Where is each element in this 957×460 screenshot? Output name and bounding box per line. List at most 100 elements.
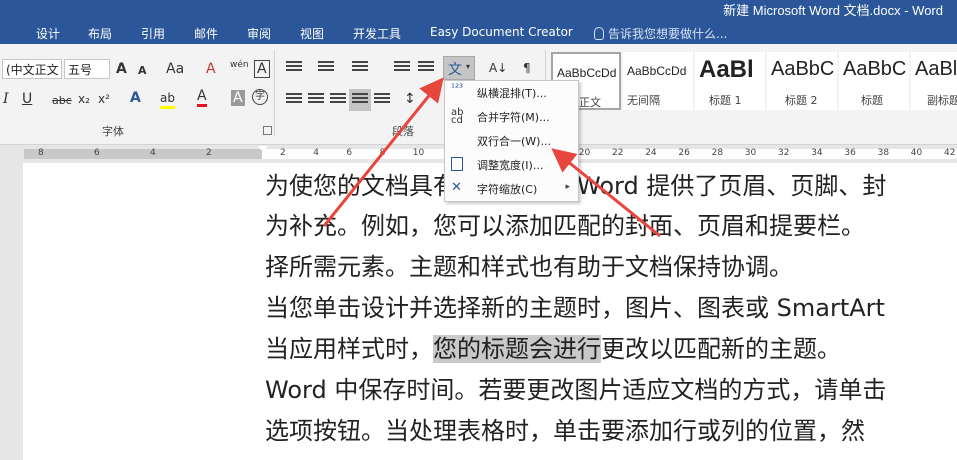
show-hide-marks-icon[interactable]: ¶: [523, 60, 531, 76]
character-border-icon[interactable]: A: [254, 60, 270, 78]
tab-mailings[interactable]: 邮件: [194, 25, 218, 42]
asian-layout-button[interactable]: 文 ▾: [443, 56, 475, 80]
style-sample: AaBl: [699, 56, 754, 83]
font-color-icon[interactable]: A: [197, 88, 207, 107]
tab-references[interactable]: 引用: [141, 25, 165, 42]
ruler-number: 2: [206, 148, 212, 158]
document-line: 择所需元素。主题和样式也有助于文档保持协调。: [265, 253, 793, 281]
chevron-down-icon: ▾: [466, 62, 471, 71]
document-line: 当应用样式时，您的标题会进行更改以匹配新的主题。: [265, 329, 841, 364]
underline-icon[interactable]: U: [22, 91, 32, 107]
superscript-icon[interactable]: x²: [98, 91, 110, 107]
style-subtitle[interactable]: AaBl 副标题: [911, 52, 957, 110]
ruler-number: 32: [778, 148, 790, 158]
ruler-number: 26: [678, 148, 690, 158]
document-line: 为补充。例如，您可以添加匹配的封面、页眉和提要栏。: [265, 212, 865, 240]
document-line: 选项按钮。当处理表格时，单击要添加行或列的位置，然: [265, 417, 865, 445]
multilevel-list-icon[interactable]: [352, 61, 368, 75]
increase-indent-icon[interactable]: [418, 61, 434, 75]
distributed-icon[interactable]: [374, 93, 390, 107]
ruler-number: 38: [877, 148, 890, 158]
style-no-spacing[interactable]: AaBbCcDd 无间隔: [623, 52, 693, 110]
ruler-number: 24: [645, 148, 657, 158]
ruler-number: 20: [578, 148, 591, 158]
tab-design[interactable]: 设计: [36, 25, 60, 42]
highlight-color-icon[interactable]: ab: [160, 90, 175, 109]
selected-text[interactable]: 您的标题会进行: [433, 335, 601, 363]
window-title: 新建 Microsoft Word 文档.docx - Word: [723, 3, 943, 18]
ruler-number: 6: [346, 148, 353, 158]
character-shading-icon[interactable]: A: [231, 90, 245, 106]
ruler-number: 4: [150, 148, 156, 158]
tab-developer[interactable]: 开发工具: [353, 25, 401, 42]
style-sample: AaBbC: [843, 58, 907, 80]
ruler-number: 10: [412, 148, 425, 158]
submenu-arrow-icon: ▸: [565, 182, 570, 192]
style-sample: AaBbCcDd: [557, 66, 617, 80]
tell-me-placeholder: 告诉我您想要做什么...: [608, 27, 728, 41]
subscript-icon[interactable]: x₂: [78, 91, 90, 107]
numbering-icon[interactable]: [318, 61, 334, 75]
font-group-label: 字体: [102, 125, 124, 138]
style-name: 标题 2: [785, 94, 818, 107]
menu-item-label: 双行合一(W)...: [477, 135, 551, 148]
ruler-number: 22: [612, 148, 624, 158]
document-line: Word 中保存时间。若要更改图片适应文档的方式，请单击: [265, 376, 887, 404]
style-heading-1[interactable]: AaBl 标题 1: [695, 52, 765, 110]
style-sample: AaBl: [915, 58, 957, 80]
tell-me-search[interactable]: 告诉我您想要做什么...: [594, 25, 727, 42]
sort-icon[interactable]: A↓: [489, 60, 507, 76]
style-sample: AaBbC: [771, 58, 835, 80]
align-center-icon[interactable]: [308, 93, 324, 107]
text-effects-icon[interactable]: A: [130, 90, 141, 106]
tab-view[interactable]: 视图: [300, 25, 324, 42]
document-line: 当您单击设计并选择新的主题时，图片、图表或 SmartArt: [265, 294, 885, 322]
tab-review[interactable]: 审阅: [247, 25, 271, 42]
ruler-number: 40: [910, 148, 923, 158]
font-name-dropdown[interactable]: (中文正文: [2, 59, 62, 79]
combine-characters-icon: ab cd: [451, 107, 464, 126]
shrink-font-icon[interactable]: A: [138, 63, 147, 79]
style-title[interactable]: AaBbC 标题: [839, 52, 909, 110]
ruler-number: 30: [744, 148, 757, 158]
grow-font-icon[interactable]: A: [116, 61, 127, 77]
style-name: 无间隔: [627, 94, 660, 107]
document-page[interactable]: 为使您的文档具有专业外观，Word 提供了页眉、页脚、封 为补充。例如，您可以添…: [23, 163, 957, 460]
ruler-number: 42: [944, 148, 956, 158]
menu-item-combine-characters[interactable]: ab cd 合并字符(M)...: [445, 105, 578, 129]
line-spacing-icon[interactable]: ↕: [404, 91, 416, 107]
tab-easy-document-creator[interactable]: Easy Document Creator: [430, 25, 573, 39]
enclose-characters-icon[interactable]: 字: [252, 89, 268, 105]
menu-item-label: 调整宽度(I)...: [477, 159, 544, 172]
menu-item-two-lines-in-one[interactable]: 双行合一(W)...: [445, 129, 578, 153]
italic-icon[interactable]: I: [3, 91, 9, 107]
font-dialog-launcher-icon[interactable]: [263, 126, 272, 135]
text-run: 当应用样式时，: [265, 335, 433, 363]
document-area: 为使您的文档具有专业外观，Word 提供了页眉、页脚、封 为补充。例如，您可以添…: [0, 163, 957, 460]
align-right-icon[interactable]: [330, 93, 346, 107]
styles-gallery: AaBbCcDd 正文 AaBbCcDd 无间隔 AaBl 标题 1 AaBbC…: [551, 52, 957, 112]
vertical-horizontal-icon: ¹²³: [451, 83, 464, 94]
ruler-number: 8: [379, 148, 386, 158]
style-heading-2[interactable]: AaBbC 标题 2: [767, 52, 837, 110]
menu-item-character-scale[interactable]: ✕ 字符缩放(C) ▸: [445, 177, 578, 201]
tab-layout[interactable]: 布局: [88, 25, 112, 42]
ruler-number: 8: [38, 148, 44, 158]
align-left-icon[interactable]: [286, 93, 302, 107]
style-name: 副标题: [927, 94, 957, 107]
first-line-indent-marker[interactable]: [258, 146, 268, 152]
change-case-icon[interactable]: Aa: [166, 61, 184, 77]
group-separator: [274, 50, 275, 136]
phonetic-guide-icon[interactable]: wén: [230, 57, 249, 73]
menu-item-adjust-width[interactable]: 调整宽度(I)...: [445, 153, 578, 177]
style-sample: AaBbCcDd: [627, 64, 687, 78]
ruler-number: 36: [844, 148, 856, 158]
bullets-icon[interactable]: [286, 61, 302, 75]
font-size-dropdown[interactable]: 五号: [64, 59, 110, 79]
lightbulb-icon: [594, 27, 604, 40]
clear-formatting-icon[interactable]: A: [206, 61, 216, 77]
strikethrough-icon[interactable]: abc: [52, 93, 72, 109]
menu-item-vertical-horizontal[interactable]: ¹²³ 纵横混排(T)...: [445, 81, 578, 105]
justify-button[interactable]: [349, 89, 371, 111]
decrease-indent-icon[interactable]: [394, 61, 410, 75]
